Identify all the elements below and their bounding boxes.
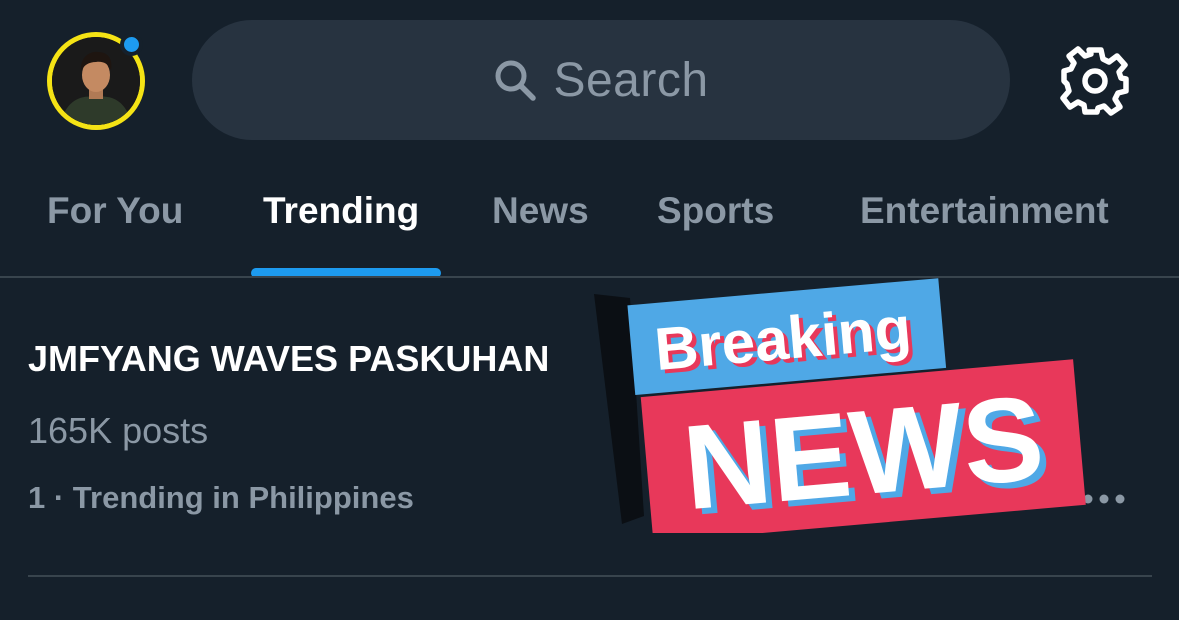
- divider: [28, 575, 1152, 577]
- tab-entertainment[interactable]: Entertainment: [860, 190, 1109, 232]
- tab-sports[interactable]: Sports: [657, 190, 774, 232]
- gear-icon[interactable]: [1058, 44, 1132, 118]
- trend-title[interactable]: JMFYANG WAVES PASKUHAN: [28, 338, 549, 380]
- tab-news[interactable]: News: [492, 190, 589, 232]
- search-bar[interactable]: Search: [192, 20, 1010, 140]
- search-placeholder: Search: [553, 53, 709, 107]
- breaking-news-sticker: Breaking Breaking NEWS NEWS: [592, 258, 1092, 533]
- tab-for-you[interactable]: For You: [47, 190, 183, 232]
- trend-post-count: 165K posts: [28, 410, 209, 451]
- tab-trending[interactable]: Trending: [263, 190, 419, 232]
- search-icon: [495, 60, 537, 101]
- trend-rank-location: 1 · Trending in Philippines: [28, 480, 414, 515]
- notification-dot: [120, 33, 143, 56]
